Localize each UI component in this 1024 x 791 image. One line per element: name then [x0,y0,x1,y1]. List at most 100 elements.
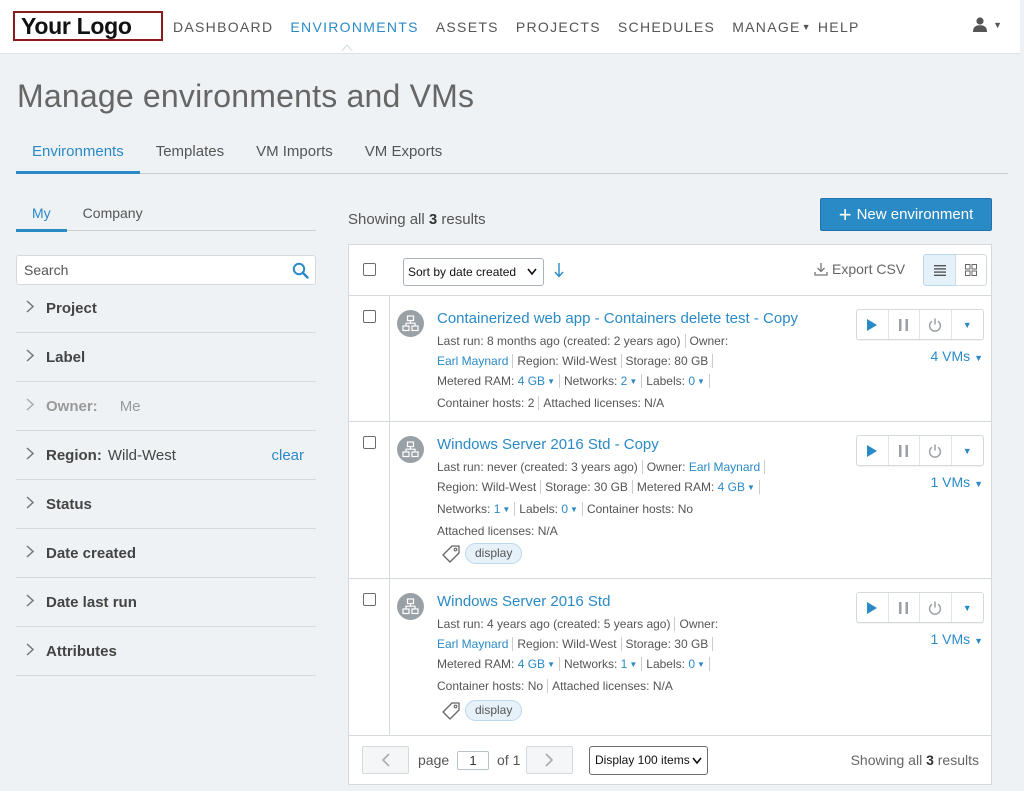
tag-icon[interactable] [441,701,461,721]
nav-help[interactable]: HELP [818,19,860,35]
nav-environments[interactable]: ENVIRONMENTS [290,19,418,35]
labels-dropdown[interactable]: 0 ▼ [688,374,705,388]
active-nav-pointer [341,44,353,52]
run-button[interactable] [857,436,889,465]
labels-value: 0 [561,502,569,516]
user-menu[interactable]: ▼ [973,17,1002,32]
list-view-button[interactable] [923,254,956,286]
grid-view-button[interactable] [955,254,987,286]
filter-owner[interactable]: Owner: Me [16,382,316,431]
nav-dashboard[interactable]: DASHBOARD [173,19,273,35]
vms-dropdown-link[interactable]: 4 VMs ▼ [931,348,984,364]
networks-dropdown[interactable]: 1 ▼ [621,657,638,671]
page-number-input[interactable]: 1 [457,751,489,770]
sort-select[interactable]: Sort by date created [403,258,544,286]
more-actions-button[interactable]: ▼ [952,310,983,339]
row-checkbox[interactable] [363,310,376,323]
divider [581,501,583,516]
divider [514,501,516,516]
vms-dropdown-link[interactable]: 1 VMs ▼ [931,631,984,647]
environment-name-link[interactable]: Windows Server 2016 Std [437,593,610,610]
ram-dropdown[interactable]: 4 GB ▼ [518,657,555,671]
filter-date-last-run[interactable]: Date last run [16,578,316,627]
tag-icon[interactable] [441,544,461,564]
owner-link[interactable]: Earl Maynard [689,460,760,474]
pause-button[interactable] [889,436,920,465]
nav-schedules[interactable]: SCHEDULES [618,19,715,35]
filter-attributes[interactable]: Attributes [16,627,316,676]
previous-page-button[interactable] [362,746,409,774]
pause-button[interactable] [889,310,920,339]
licenses-label: Attached licenses: [437,524,535,538]
run-button[interactable] [857,593,889,622]
environment-controls: ▼ [856,309,984,340]
divider [512,636,514,651]
filter-status[interactable]: Status [16,480,316,529]
power-off-button[interactable] [920,310,952,339]
network-icon [402,441,419,458]
tab-vm-exports[interactable]: VM Exports [349,140,459,173]
caret-down-icon: ▼ [629,660,638,669]
select-all-checkbox[interactable] [363,263,376,276]
results-suffix: results [441,211,486,228]
nav-manage-label: MANAGE [732,19,801,35]
search-input[interactable] [17,256,277,284]
licenses-label: Attached licenses: [543,396,641,410]
filter-region[interactable]: Region: Wild-West clear [16,431,316,480]
clear-region-link[interactable]: clear [271,447,304,464]
sort-down-icon [554,263,564,278]
sort-direction-toggle[interactable] [553,262,565,282]
filter-label-filter[interactable]: Label [16,333,316,382]
more-actions-button[interactable]: ▼ [952,436,983,465]
environment-name-link[interactable]: Containerized web app - Containers delet… [437,310,798,327]
pause-button[interactable] [889,593,920,622]
nav-projects[interactable]: PROJECTS [516,19,601,35]
filter-date-created[interactable]: Date created [16,529,316,578]
row-checkbox[interactable] [363,436,376,449]
chevron-right-icon [16,593,46,611]
nav-assets[interactable]: ASSETS [436,19,499,35]
caret-down-icon: ▼ [801,22,812,32]
search-icon[interactable] [292,262,309,279]
tag-pill[interactable]: display [465,700,523,721]
tab-vm-imports[interactable]: VM Imports [240,140,349,173]
display-count-select[interactable]: Display 100 items [589,746,708,775]
networks-dropdown[interactable]: 2 ▼ [621,374,638,388]
environment-name-link[interactable]: Windows Server 2016 Std - Copy [437,436,659,453]
last-run-label: Last run: [437,334,484,348]
storage-label: Storage: [625,637,671,651]
scope-tab-company[interactable]: Company [67,204,159,230]
new-environment-button[interactable]: + New environment [820,198,992,231]
networks-dropdown[interactable]: 1 ▼ [494,502,511,516]
divider [764,459,766,474]
next-page-button[interactable] [526,746,573,774]
tag-pill[interactable]: display [465,543,523,564]
row-checkbox[interactable] [363,593,376,606]
logo[interactable]: Your Logo [13,11,163,41]
export-csv-button[interactable]: Export CSV [814,261,905,277]
owner-link[interactable]: Earl Maynard [437,354,508,368]
caret-down-icon: ▼ [746,483,755,492]
container-hosts-value: 2 [527,396,535,410]
tab-environments[interactable]: Environments [16,140,140,174]
container-hosts-value: No [677,502,694,516]
owner-link[interactable]: Earl Maynard [437,637,508,651]
licenses-value: N/A [644,396,665,410]
labels-dropdown[interactable]: 0 ▼ [688,657,705,671]
environment-list-panel: Sort by date created Export CSV Containe… [348,244,992,785]
ram-dropdown[interactable]: 4 GB ▼ [718,480,755,494]
labels-dropdown[interactable]: 0 ▼ [561,502,578,516]
ram-dropdown[interactable]: 4 GB ▼ [518,374,555,388]
power-off-button[interactable] [920,436,952,465]
nav-manage[interactable]: MANAGE▼ [732,19,812,35]
filter-project[interactable]: Project [16,284,316,333]
more-actions-button[interactable]: ▼ [952,593,983,622]
run-button[interactable] [857,310,889,339]
labels-label: Labels: [519,502,558,516]
vms-dropdown-link[interactable]: 1 VMs ▼ [931,474,984,490]
scope-tab-my[interactable]: My [16,204,67,232]
tab-templates[interactable]: Templates [140,140,240,173]
filter-label: Date created [46,544,137,562]
vms-count: 1 VMs [930,631,971,647]
power-off-button[interactable] [920,593,952,622]
